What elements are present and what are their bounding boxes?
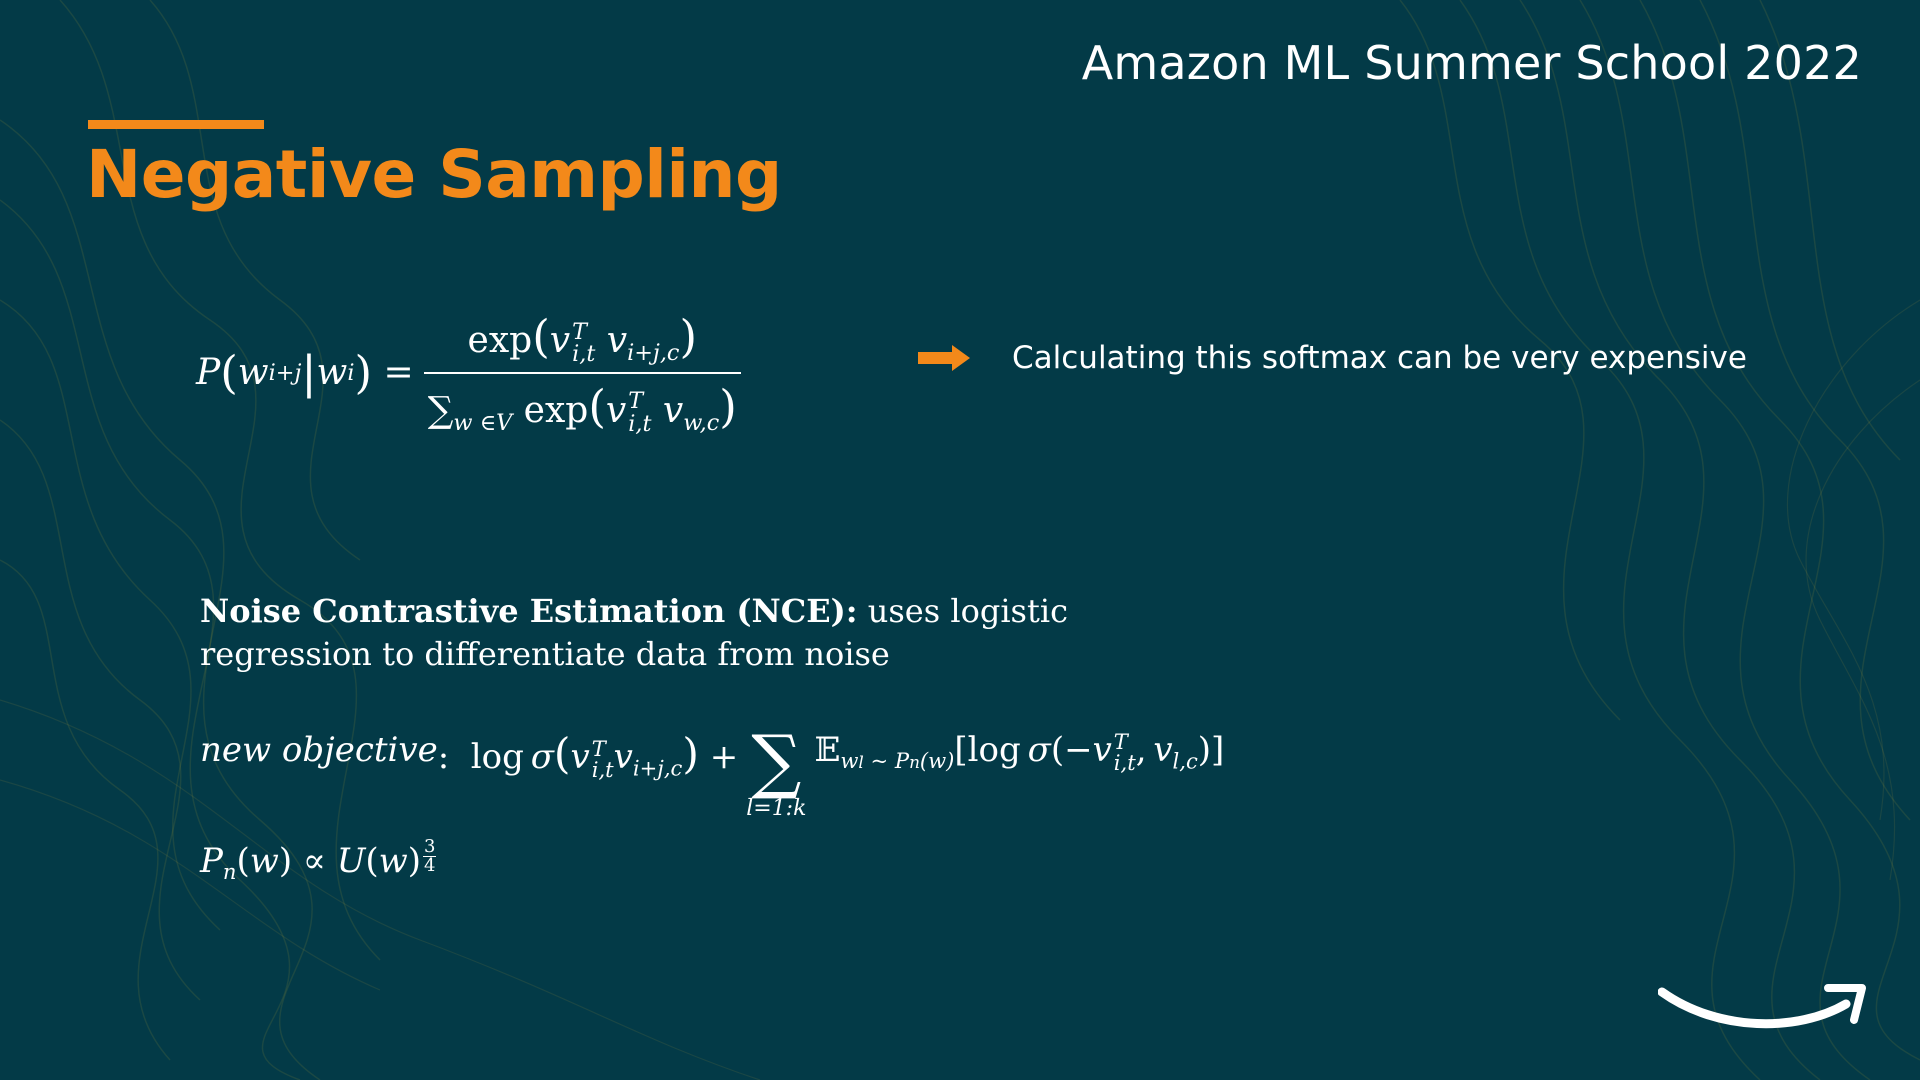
- softmax-equation: P(w i+j | w i) = exp(v Ti,t vi+j,c) ∑w ∈V exp…: [196, 310, 741, 436]
- header-title: Amazon ML Summer School 2022: [1081, 36, 1862, 90]
- nce-description: Noise Contrastive Estimation (NCE): uses…: [200, 590, 1200, 676]
- softmax-cost-note: Calculating this softmax can be very exp…: [1012, 340, 1747, 376]
- title-accent-bar: [88, 120, 264, 129]
- sum-limits: l=1:k: [746, 796, 807, 821]
- nce-objective-equation: new objective: log σ(v Ti,t vi+j,c) + ∑ l=…: [200, 720, 1225, 821]
- objective-label: new objective: [200, 730, 438, 770]
- slide-title: Negative Sampling: [86, 136, 782, 213]
- nce-term: Noise Contrastive Estimation (NCE):: [200, 592, 858, 630]
- noise-distribution-equation: Pn(w) ∝ U(w) 3 4: [200, 836, 437, 885]
- arrow-right-icon: [918, 345, 970, 371]
- amazon-smile-logo: [1658, 984, 1866, 1029]
